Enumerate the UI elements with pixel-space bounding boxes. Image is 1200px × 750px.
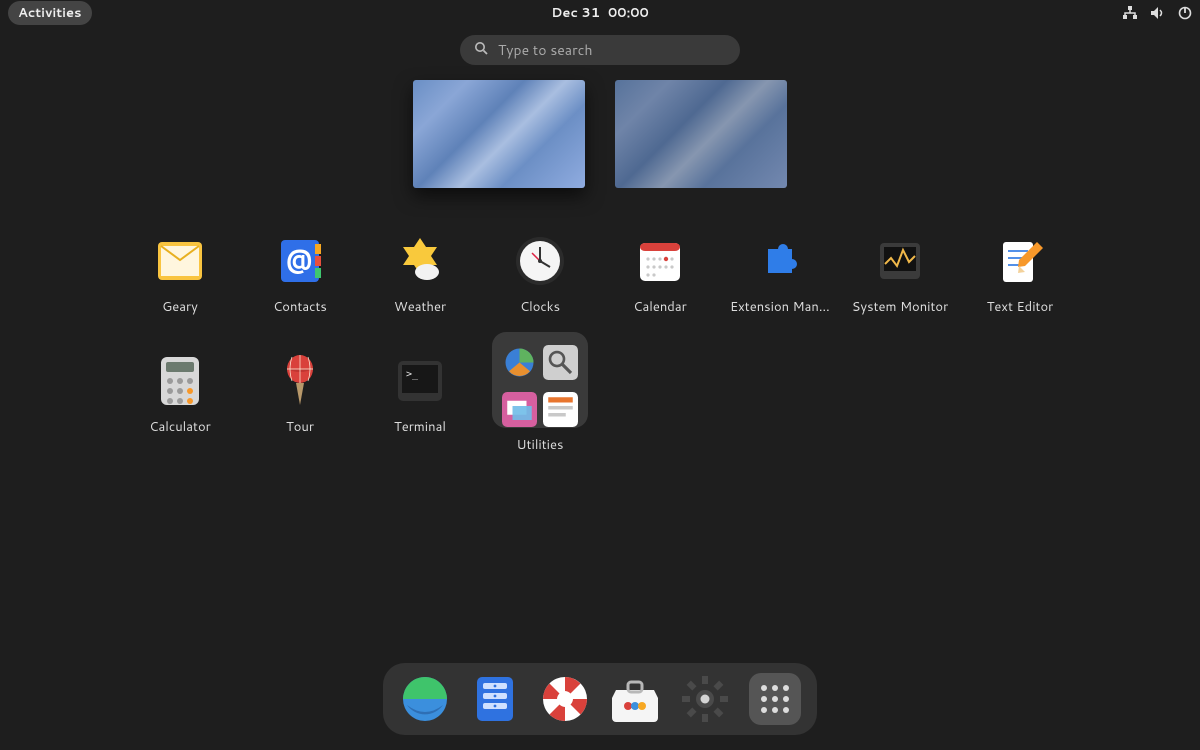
svg-text:@: @: [286, 241, 313, 277]
app-label: Geary: [162, 298, 198, 316]
search-placeholder: Type to search: [498, 40, 593, 60]
app-clocks[interactable]: Clocks: [480, 234, 600, 316]
app-label: Contacts: [273, 298, 327, 316]
calculator-icon: [153, 354, 207, 408]
dock-settings[interactable]: [679, 673, 731, 725]
grid-icon: [761, 685, 789, 713]
app-tour[interactable]: Tour: [240, 354, 360, 454]
app-system-monitor[interactable]: System Monitor: [840, 234, 960, 316]
app-contacts[interactable]: @ Contacts: [240, 234, 360, 316]
folder-icon: [492, 332, 588, 428]
tour-icon: [273, 354, 327, 408]
app-calendar[interactable]: Calendar: [600, 234, 720, 316]
calendar-icon: [633, 234, 687, 288]
app-label: Calendar: [633, 298, 686, 316]
puzzle-icon: [753, 234, 807, 288]
app-grid: Geary @ Contacts Weather Clocks Calendar…: [120, 234, 1080, 454]
power-icon: [1178, 6, 1192, 20]
workspace-switcher: [0, 80, 1200, 188]
clocks-icon: [513, 234, 567, 288]
app-label: Weather: [394, 298, 446, 316]
clock[interactable]: Dec 31 00:00: [551, 4, 649, 22]
app-label: System Monitor: [852, 298, 948, 316]
svg-text:>_: >_: [406, 369, 419, 380]
app-text-editor[interactable]: Text Editor: [960, 234, 1080, 316]
app-calculator[interactable]: Calculator: [120, 354, 240, 454]
texteditor-icon: [993, 234, 1047, 288]
app-label: Tour: [286, 418, 314, 436]
workspace-1[interactable]: [413, 80, 585, 188]
activities-button[interactable]: Activities: [8, 1, 92, 25]
app-label: Clocks: [520, 298, 560, 316]
top-bar: Activities Dec 31 00:00: [0, 0, 1200, 26]
contacts-icon: @: [273, 234, 327, 288]
dock: [383, 663, 817, 735]
workspace-2[interactable]: [615, 80, 787, 188]
app-weather[interactable]: Weather: [360, 234, 480, 316]
app-geary[interactable]: Geary: [120, 234, 240, 316]
volume-icon: [1150, 6, 1166, 20]
dock-files[interactable]: [469, 673, 521, 725]
status-area[interactable]: [1122, 6, 1192, 20]
time-label: 00:00: [608, 4, 649, 22]
dock-help[interactable]: [539, 673, 591, 725]
app-folder-utilities[interactable]: Utilities: [480, 354, 600, 454]
date-label: Dec 31: [551, 4, 600, 22]
search-input[interactable]: Type to search: [460, 35, 740, 65]
mail-icon: [153, 234, 207, 288]
terminal-icon: >_: [393, 354, 447, 408]
app-terminal[interactable]: >_ Terminal: [360, 354, 480, 454]
weather-icon: [393, 234, 447, 288]
dock-show-apps[interactable]: [749, 673, 801, 725]
search-icon: [474, 40, 488, 60]
sysmon-icon: [873, 234, 927, 288]
app-label: Utilities: [517, 436, 564, 454]
dock-web[interactable]: [399, 673, 451, 725]
app-label: Terminal: [394, 418, 446, 436]
network-icon: [1122, 6, 1138, 20]
app-label: Extension Manager: [730, 298, 830, 316]
app-extensions[interactable]: Extension Manager: [720, 234, 840, 316]
app-label: Text Editor: [987, 298, 1054, 316]
app-label: Calculator: [149, 418, 210, 436]
dock-software[interactable]: [609, 673, 661, 725]
